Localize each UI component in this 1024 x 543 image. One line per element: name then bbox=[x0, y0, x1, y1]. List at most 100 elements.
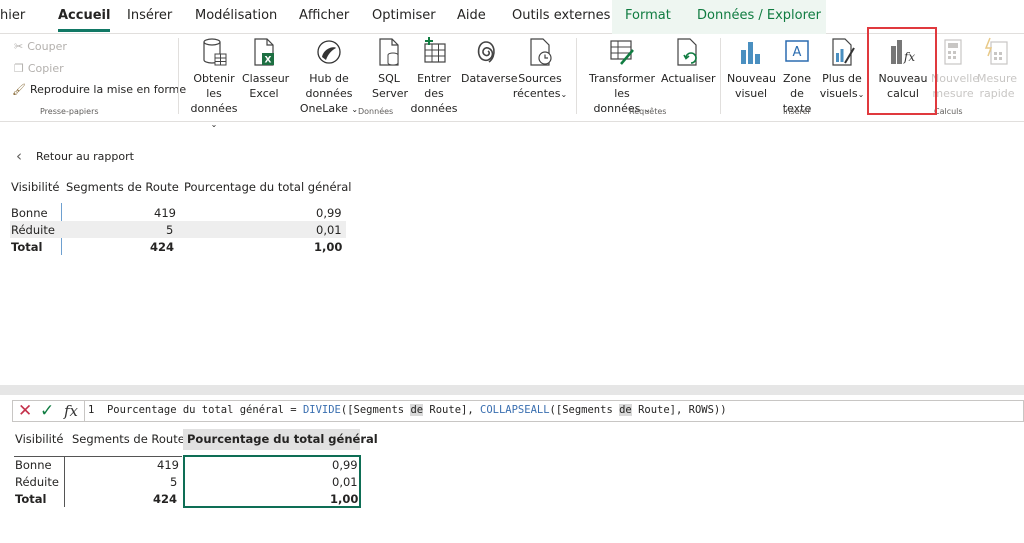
svg-text:A: A bbox=[793, 45, 802, 60]
chevron-down-icon: ⌄ bbox=[210, 120, 218, 129]
more-visuals-button[interactable]: Plus de visuels⌄ bbox=[819, 36, 865, 102]
refresh-button[interactable]: Actualiser bbox=[661, 36, 716, 86]
text-box-label-1: Zone de bbox=[782, 72, 811, 100]
tab-optimiser[interactable]: Optimiser bbox=[372, 8, 436, 23]
total-value: 424 bbox=[150, 240, 175, 254]
ribbon-separator bbox=[576, 38, 577, 114]
transform-data-icon bbox=[610, 40, 634, 65]
dataverse-label: Dataverse bbox=[461, 72, 518, 85]
formula-highlight: de bbox=[619, 404, 632, 416]
copy-button[interactable]: ❐ Copier bbox=[14, 62, 64, 75]
table-cell: 5 bbox=[170, 475, 178, 489]
commit-icon[interactable]: ✓ bbox=[40, 401, 54, 421]
tab-accueil[interactable]: Accueil bbox=[58, 8, 111, 32]
refresh-label: Actualiser bbox=[661, 72, 716, 85]
total-value: 1,00 bbox=[330, 492, 359, 506]
total-label: Total bbox=[11, 240, 43, 254]
table-cell: 419 bbox=[154, 206, 176, 220]
onelake-label-1: Hub de données bbox=[305, 72, 353, 100]
chevron-down-icon: ⌄ bbox=[857, 90, 865, 99]
row-band bbox=[10, 221, 346, 238]
column-header-pourcentage[interactable]: Pourcentage du total général bbox=[184, 180, 352, 194]
fx-icon[interactable]: fx bbox=[64, 402, 78, 420]
column-header-visibilite[interactable]: Visibilité bbox=[11, 180, 59, 194]
recent-label-1: Sources bbox=[518, 72, 562, 85]
formula-text-part: Route], ROWS)) bbox=[631, 404, 727, 416]
table-cell: 0,99 bbox=[332, 458, 358, 472]
excel-workbook-button[interactable]: X Classeur Excel bbox=[242, 36, 289, 101]
tab-inserer[interactable]: Insérer bbox=[127, 8, 172, 23]
column-header-segments[interactable]: Segments de Route bbox=[72, 432, 185, 446]
sql-server-button[interactable]: SQL Server bbox=[372, 36, 409, 101]
formula-text-part: ([Segments bbox=[340, 404, 411, 416]
cancel-icon[interactable]: ✕ bbox=[18, 401, 32, 421]
get-data-label-2: données bbox=[190, 102, 238, 115]
cut-label: Couper bbox=[27, 40, 67, 53]
new-measure-button[interactable]: Nouvelle mesure bbox=[931, 36, 979, 101]
column-header-pourcentage[interactable]: Pourcentage du total général bbox=[187, 432, 378, 446]
back-to-report-link[interactable]: ‹ Retour au rapport bbox=[16, 147, 134, 165]
text-box-button[interactable]: A Zone de texte bbox=[776, 36, 818, 116]
dataverse-button[interactable]: Dataverse bbox=[461, 36, 518, 86]
group-label-insert: Insérer bbox=[783, 107, 811, 116]
highlight-box bbox=[867, 27, 937, 115]
tab-fichier[interactable]: hier bbox=[0, 8, 25, 23]
recent-sources-button[interactable]: Sources récentes⌄ bbox=[512, 36, 568, 102]
table-cell: 419 bbox=[157, 458, 179, 472]
formula-text-part: Pourcentage du total général = bbox=[106, 404, 303, 416]
formula-editor[interactable]: 1 Pourcentage du total général = DIVIDE(… bbox=[88, 404, 727, 416]
sql-label-2: Server bbox=[372, 87, 409, 100]
tab-outils-externes[interactable]: Outils externes bbox=[512, 8, 610, 23]
total-value: 424 bbox=[153, 492, 178, 506]
new-visual-label-1: Nouveau bbox=[727, 72, 776, 85]
recent-label-2: récentes bbox=[512, 87, 561, 100]
quick-measure-button[interactable]: Mesure rapide bbox=[976, 36, 1018, 101]
recent-file-icon bbox=[530, 38, 552, 66]
get-data-button[interactable]: Obtenir les données ⌄ bbox=[186, 36, 242, 132]
format-painter-button[interactable]: 🖌 Reproduire la mise en forme bbox=[12, 83, 186, 96]
table-cell: Bonne bbox=[11, 206, 48, 220]
copy-icon: ❐ bbox=[14, 62, 24, 75]
tab-aide[interactable]: Aide bbox=[457, 8, 486, 23]
line-number: 1 bbox=[88, 404, 95, 416]
column-header-visibilite[interactable]: Visibilité bbox=[15, 432, 63, 446]
total-label: Total bbox=[15, 492, 47, 506]
table-cell: 5 bbox=[166, 223, 174, 237]
more-visuals-label-2: visuels bbox=[819, 87, 858, 100]
enter-data-label-2: données bbox=[410, 102, 458, 115]
quick-measure-icon bbox=[984, 37, 1008, 65]
group-label-queries: Requêtes bbox=[629, 107, 667, 116]
new-measure-label-2: mesure bbox=[932, 87, 974, 100]
ribbon-separator bbox=[720, 38, 721, 114]
refresh-icon bbox=[677, 38, 697, 66]
cut-button[interactable]: ✂ Couper bbox=[14, 40, 67, 53]
quick-measure-label-1: Mesure bbox=[976, 72, 1017, 85]
tab-modelisation[interactable]: Modélisation bbox=[195, 8, 277, 23]
sql-label-1: SQL bbox=[378, 72, 400, 85]
calculator-icon bbox=[944, 39, 962, 65]
chevron-down-icon: ⌄ bbox=[560, 90, 568, 99]
table-cell: Réduite bbox=[15, 475, 59, 489]
formula-text-part: Route], bbox=[423, 404, 480, 416]
table-cell: 0,99 bbox=[316, 206, 342, 220]
tab-format[interactable]: Format bbox=[625, 8, 671, 23]
group-label-data: Données bbox=[358, 107, 394, 116]
total-value: 1,00 bbox=[314, 240, 343, 254]
tab-afficher[interactable]: Afficher bbox=[299, 8, 349, 23]
text-box-icon: A bbox=[785, 40, 809, 62]
pane-splitter[interactable] bbox=[0, 385, 1024, 395]
svg-text:X: X bbox=[265, 56, 272, 66]
column-header-segments[interactable]: Segments de Route bbox=[66, 180, 179, 194]
table-top-border bbox=[14, 456, 182, 457]
dataverse-icon bbox=[477, 41, 495, 63]
onelake-icon bbox=[317, 40, 341, 64]
get-data-label-1: Obtenir les bbox=[193, 72, 235, 100]
transform-data-button[interactable]: Transformer les données ⌄ bbox=[583, 36, 661, 117]
table-cell: Bonne bbox=[15, 458, 52, 472]
transform-label-1: Transformer les bbox=[588, 72, 655, 100]
enter-data-button[interactable]: Entrer des données bbox=[408, 36, 460, 116]
tab-donnees-explorer[interactable]: Données / Explorer bbox=[697, 8, 821, 23]
onelake-hub-button[interactable]: Hub de données OneLake ⌄ bbox=[287, 36, 371, 117]
new-visual-button[interactable]: Nouveau visuel bbox=[727, 36, 776, 101]
group-label-calculations: Calculs bbox=[934, 107, 963, 116]
